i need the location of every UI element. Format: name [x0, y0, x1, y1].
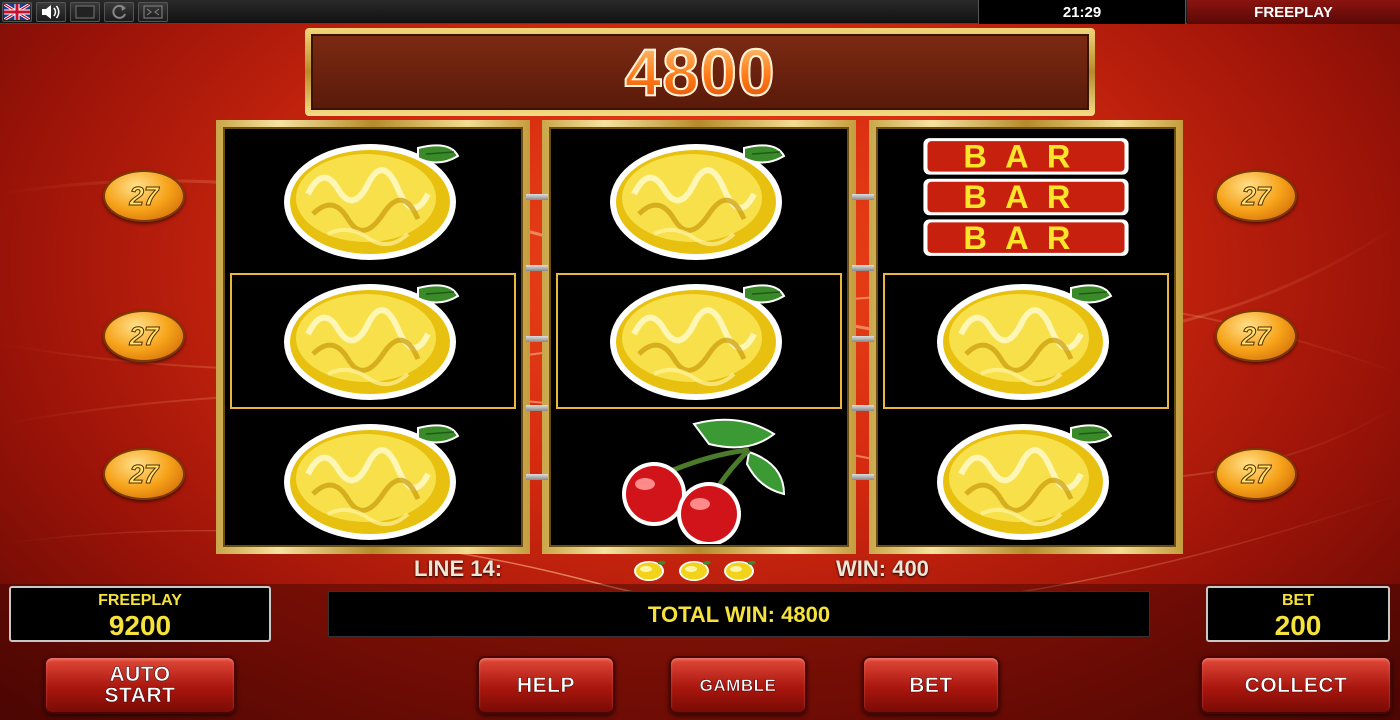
- mode-label: FREEPLAY: [1187, 0, 1400, 24]
- win-amount: 4800: [624, 34, 776, 110]
- credit-counter: FREEPLAY 9200: [9, 586, 271, 642]
- reel-connector: [852, 405, 874, 411]
- reel-connector: [852, 194, 874, 200]
- refresh-icon[interactable]: [104, 2, 134, 22]
- collect-button[interactable]: COLLECT: [1200, 656, 1392, 714]
- bar-icon: BAR BAR BAR: [919, 134, 1133, 268]
- auto-start-button[interactable]: AUTO START: [44, 656, 236, 714]
- reel-connector: [526, 405, 548, 411]
- reel-cell-lemon: [230, 273, 516, 409]
- reel-connector: [852, 265, 874, 271]
- reel-cell-bar-triple: BAR BAR BAR: [878, 131, 1174, 271]
- total-win: TOTAL WIN: 4800: [328, 591, 1150, 637]
- credit-value: 9200: [108, 610, 172, 641]
- reel-1: [216, 120, 530, 554]
- lemon-icon: [604, 134, 794, 268]
- reel-window: [223, 127, 523, 547]
- lemon-icon: [278, 414, 468, 548]
- reel-window: BAR BAR BAR: [876, 127, 1176, 547]
- line-badge-right-1[interactable]: 27: [1215, 170, 1297, 222]
- uk-flag-icon[interactable]: [2, 2, 32, 22]
- gamble-button[interactable]: GAMBLE: [669, 656, 807, 714]
- reel-cell-lemon: [556, 273, 842, 409]
- lemon-icon: [278, 134, 468, 268]
- lemon-icon: [931, 414, 1121, 548]
- reel-2: [542, 120, 856, 554]
- reel-cell-lemon: [225, 411, 521, 551]
- mini-lemon-icon: [678, 558, 712, 586]
- svg-text:BAR: BAR: [963, 139, 1088, 175]
- auto-start-label-1: AUTO: [109, 663, 171, 686]
- reel-window: [549, 127, 849, 547]
- reel-connector: [526, 194, 548, 200]
- bet-label-button: BET: [909, 673, 953, 697]
- line-label: LINE 14:: [414, 556, 503, 581]
- reel-cell-lemon: [883, 273, 1169, 409]
- line-badge-left-3[interactable]: 27: [103, 448, 185, 500]
- help-label: HELP: [516, 673, 575, 697]
- line-badge-right-2[interactable]: 27: [1215, 310, 1297, 362]
- window-icon[interactable]: [70, 2, 100, 22]
- line-badge-right-3[interactable]: 27: [1215, 448, 1297, 500]
- mini-lemon-icon: [633, 558, 667, 586]
- collect-label: COLLECT: [1244, 673, 1348, 697]
- reel-connector: [526, 474, 548, 480]
- bet-label: BET: [1282, 592, 1314, 609]
- line-badge-left-1[interactable]: 27: [103, 170, 185, 222]
- gamble-label: GAMBLE: [699, 675, 777, 695]
- bet-button[interactable]: BET: [862, 656, 1000, 714]
- lemon-icon: [278, 274, 468, 408]
- credit-label: FREEPLAY: [98, 592, 182, 609]
- reel-connector: [526, 265, 548, 271]
- reel-cell-lemon: [225, 131, 521, 271]
- lemon-icon: [604, 274, 794, 408]
- mini-lemon-icon: [723, 558, 757, 586]
- speaker-icon[interactable]: [36, 2, 66, 22]
- help-button[interactable]: HELP: [477, 656, 615, 714]
- top-status-bar: 21:29 FREEPLAY: [0, 0, 1400, 24]
- bet-value: 200: [1274, 610, 1322, 641]
- svg-text:BAR: BAR: [963, 220, 1088, 256]
- auto-start-label-2: START: [104, 684, 176, 707]
- reel-connector: [852, 336, 874, 342]
- line-badge-left-2[interactable]: 27: [103, 310, 185, 362]
- reel-cell-lemon: [551, 131, 847, 271]
- lemon-icon: [931, 274, 1121, 408]
- reel-connector: [526, 336, 548, 342]
- win-display-frame: 4800: [305, 28, 1095, 116]
- bet-counter: BET 200: [1206, 586, 1390, 642]
- line-win: WIN: 400: [836, 556, 929, 581]
- svg-text:BAR: BAR: [963, 179, 1088, 215]
- cherries-icon: [599, 414, 799, 548]
- reel-cell-cherries: [551, 411, 847, 551]
- clock: 21:29: [978, 0, 1186, 24]
- reel-cell-lemon: [878, 411, 1174, 551]
- win-display: 4800: [311, 34, 1089, 110]
- reel-connector: [852, 474, 874, 480]
- fullscreen-icon[interactable]: [138, 2, 168, 22]
- reel-3: BAR BAR BAR: [869, 120, 1183, 554]
